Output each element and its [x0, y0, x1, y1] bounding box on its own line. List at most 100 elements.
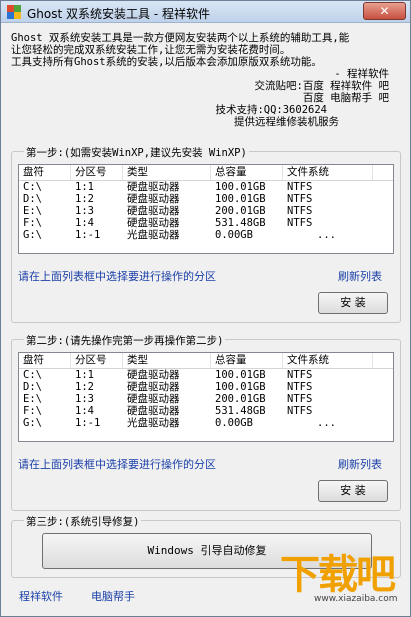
header-partition[interactable]: 分区号 [71, 165, 123, 180]
header-partition[interactable]: 分区号 [71, 353, 123, 368]
step2-rows: C:\ 1:1 硬盘驱动器 100.01GB NTFS D:\ 1:2 硬盘驱动器 100.01… [19, 369, 393, 429]
table-cell: 1:3 [75, 205, 94, 217]
main-content: Ghost 双系统安装工具是一款方便网友安装两个以上系统的辅助工具,能 让您轻松… [1, 24, 410, 616]
table-cell: 1:-1 [75, 417, 101, 429]
step3-label: 第三步:(系统引导修复) [24, 514, 142, 529]
app-window: Ghost 双系统安装工具 - 程祥软件 ✕ Ghost 双系统安装工具是一款方… [0, 0, 411, 617]
table-row[interactable]: C:\ 1:1 硬盘驱动器 100.01GB NTFS [19, 181, 393, 193]
table-cell: 200.01GB [215, 205, 266, 217]
table-row[interactable]: G:\ 1:-1 光盘驱动器 0.00GB... [19, 229, 393, 241]
table-cell: 100.01GB [215, 193, 266, 205]
table-cell: NTFS [287, 381, 313, 393]
step1-install-button[interactable]: 安 装 [318, 292, 388, 314]
header-capacity[interactable]: 总容量 [211, 353, 283, 368]
intro-line: Ghost 双系统安装工具是一款方便网友安装两个以上系统的辅助工具,能 [11, 32, 350, 44]
table-row[interactable]: C:\ 1:1 硬盘驱动器 100.01GB NTFS [19, 369, 393, 381]
table-cell: F:\ [23, 405, 42, 417]
table-cell: D:\ [23, 381, 42, 393]
footer-link-chengxiang[interactable]: 程祥软件 [19, 588, 63, 604]
table-cell: 1:2 [75, 381, 94, 393]
watermark-text: 下载吧 [280, 552, 396, 598]
table-cell: 0.00GB [215, 229, 253, 241]
table-cell: ... [317, 229, 336, 241]
table-cell: C:\ [23, 369, 42, 381]
table-row[interactable]: E:\ 1:3 硬盘驱动器 200.01GB NTFS [19, 393, 393, 405]
intro-text: Ghost 双系统安装工具是一款方便网友安装两个以上系统的辅助工具,能 让您轻松… [11, 32, 403, 128]
table-cell: 硬盘驱动器 [127, 205, 180, 217]
header-type[interactable]: 类型 [123, 165, 211, 180]
table-cell: 531.48GB [215, 217, 266, 229]
table-cell: NTFS [287, 217, 313, 229]
table-cell: NTFS [287, 393, 313, 405]
table-cell: NTFS [287, 193, 313, 205]
header-filesystem[interactable]: 文件系统 [283, 165, 373, 180]
step1-label: 第一步:(如需安装WinXP,建议先安装 WinXP) [24, 145, 249, 160]
header-type[interactable]: 类型 [123, 353, 211, 368]
step1-rows: C:\ 1:1 硬盘驱动器 100.01GB NTFS D:\ 1:2 硬盘驱动器 100.01… [19, 181, 393, 241]
table-row[interactable]: E:\ 1:3 硬盘驱动器 200.01GB NTFS [19, 205, 393, 217]
table-cell: 1:1 [75, 181, 94, 193]
table-row[interactable]: F:\ 1:4 硬盘驱动器 531.48GB NTFS [19, 405, 393, 417]
header-drive[interactable]: 盘符 [19, 165, 71, 180]
list-header: 盘符 分区号 类型 总容量 文件系统 [19, 165, 393, 181]
table-cell: 硬盘驱动器 [127, 193, 180, 205]
step1-refresh-link[interactable]: 刷新列表 [338, 268, 382, 284]
table-cell: 531.48GB [215, 405, 266, 417]
table-cell: 硬盘驱动器 [127, 181, 180, 193]
list-header: 盘符 分区号 类型 总容量 文件系统 [19, 353, 393, 369]
table-cell: 1:3 [75, 393, 94, 405]
watermark-logo: 下载吧 www.xiazaiba.com [274, 540, 406, 610]
step2-install-button[interactable]: 安 装 [318, 480, 388, 502]
table-cell: 100.01GB [215, 181, 266, 193]
table-row[interactable]: F:\ 1:4 硬盘驱动器 531.48GB NTFS [19, 217, 393, 229]
table-cell: G:\ [23, 229, 42, 241]
table-cell: 0.00GB [215, 417, 253, 429]
step2-refresh-link[interactable]: 刷新列表 [338, 456, 382, 472]
intro-service: 提供远程维修装机服务 [234, 116, 339, 128]
footer-link-diannao[interactable]: 电脑帮手 [91, 588, 135, 604]
table-cell: 光盘驱动器 [127, 229, 180, 241]
step2-group: 第二步:(请先操作完第一步再操作第二步) 盘符 分区号 类型 总容量 文件系统 … [11, 333, 401, 511]
header-drive[interactable]: 盘符 [19, 353, 71, 368]
windows-logo-icon [7, 5, 21, 19]
table-cell: NTFS [287, 405, 313, 417]
table-row[interactable]: D:\ 1:2 硬盘驱动器 100.01GB NTFS [19, 193, 393, 205]
table-cell: 硬盘驱动器 [127, 217, 180, 229]
step2-partition-list[interactable]: 盘符 分区号 类型 总容量 文件系统 C:\ 1:1 硬盘驱动器 100.01GB NT… [18, 352, 394, 442]
table-cell: NTFS [287, 181, 313, 193]
step2-label: 第二步:(请先操作完第一步再操作第二步) [24, 333, 226, 348]
step2-hint: 请在上面列表框中选择要进行操作的分区 [18, 458, 216, 471]
table-cell: 硬盘驱动器 [127, 405, 180, 417]
table-cell: ... [317, 417, 336, 429]
intro-line: 工具支持所有Ghost系统的安装,以后版本会添加原版双系统功能。 [11, 56, 322, 68]
table-cell: D:\ [23, 193, 42, 205]
table-cell: 1:1 [75, 369, 94, 381]
table-cell: 硬盘驱动器 [127, 381, 180, 393]
table-cell: C:\ [23, 181, 42, 193]
intro-forum2: 百度 电脑帮手 吧 [302, 92, 389, 104]
table-cell: 硬盘驱动器 [127, 369, 180, 381]
table-cell: F:\ [23, 217, 42, 229]
table-row[interactable]: D:\ 1:2 硬盘驱动器 100.01GB NTFS [19, 381, 393, 393]
table-cell: NTFS [287, 205, 313, 217]
watermark-url: www.xiazaiba.com [314, 594, 398, 604]
header-capacity[interactable]: 总容量 [211, 165, 283, 180]
header-filesystem[interactable]: 文件系统 [283, 353, 373, 368]
table-cell: 硬盘驱动器 [127, 393, 180, 405]
intro-line: 让您轻松的完成双系统安装工作,让您无需为安装花费时间。 [11, 44, 291, 56]
table-cell: G:\ [23, 417, 42, 429]
intro-support: 技术支持:QQ:3602624 [215, 104, 327, 116]
table-cell: 100.01GB [215, 369, 266, 381]
table-cell: E:\ [23, 393, 42, 405]
close-button[interactable]: ✕ [363, 2, 406, 20]
table-cell: 1:4 [75, 217, 94, 229]
table-cell: 1:-1 [75, 229, 101, 241]
step1-partition-list[interactable]: 盘符 分区号 类型 总容量 文件系统 C:\ 1:1 硬盘驱动器 100.01GB NT… [18, 164, 394, 254]
step1-hint: 请在上面列表框中选择要进行操作的分区 [18, 270, 216, 283]
table-cell: 1:2 [75, 193, 94, 205]
table-cell: 1:4 [75, 405, 94, 417]
table-cell: NTFS [287, 369, 313, 381]
intro-signature: - 程祥软件 [334, 68, 389, 80]
title-bar[interactable]: Ghost 双系统安装工具 - 程祥软件 ✕ [1, 1, 410, 23]
table-row[interactable]: G:\ 1:-1 光盘驱动器 0.00GB... [19, 417, 393, 429]
